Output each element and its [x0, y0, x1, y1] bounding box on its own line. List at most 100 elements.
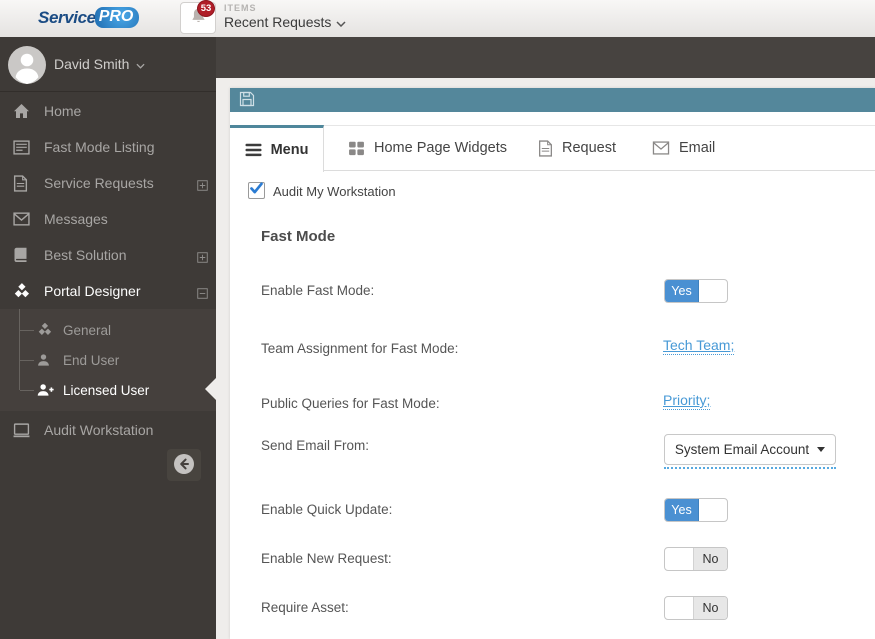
envelope-icon	[652, 141, 670, 155]
team-assignment-link[interactable]: Tech Team;	[663, 337, 735, 355]
sidebar-item-label: Messages	[44, 211, 108, 227]
dropdown-caret-icon	[817, 447, 826, 452]
sidebar-item-portal-designer[interactable]: Portal Designer	[0, 273, 216, 309]
toggle-blank	[699, 280, 727, 302]
notification-badge: 53	[197, 0, 215, 17]
setting-row-send-email-from: Send Email From: System Email Account	[230, 434, 875, 469]
toggle-blank	[665, 548, 693, 570]
enable-new-request-toggle[interactable]: No	[664, 547, 728, 571]
collapse-minus-icon[interactable]	[197, 286, 208, 299]
submenu-item-general[interactable]: General	[0, 315, 216, 345]
servicepro-logo[interactable]: Service PRO	[38, 7, 140, 28]
active-item-marker	[205, 378, 216, 400]
expand-plus-icon[interactable]	[197, 250, 208, 263]
grid-icon	[348, 140, 365, 157]
toggle-blank	[699, 499, 727, 521]
expand-plus-icon[interactable]	[197, 178, 208, 191]
require-asset-toggle[interactable]: No	[664, 596, 728, 620]
chevron-down-icon	[136, 56, 146, 72]
sidebar-item-label: Audit Workstation	[44, 422, 154, 438]
save-floppy-icon	[239, 91, 255, 110]
toggle-value: Yes	[665, 499, 699, 521]
logo-text-pro: PRO	[94, 7, 140, 28]
setting-row-enable-quick-update: Enable Quick Update: Yes	[230, 498, 875, 532]
sidebar-item-audit-workstation[interactable]: Audit Workstation	[0, 412, 216, 448]
sidebar-audit-section: Audit Workstation	[0, 412, 216, 448]
sidebar-item-service-requests[interactable]: Service Requests	[0, 165, 216, 201]
submenu-item-licensed-user[interactable]: Licensed User	[0, 375, 216, 405]
toggle-value: Yes	[665, 280, 699, 302]
hamburger-menu-icon	[245, 143, 262, 157]
sidebar-item-label: Service Requests	[44, 175, 154, 191]
sidebar-collapse-button[interactable]	[167, 449, 201, 481]
sidebar: David Smith Home Fast Mode Listing Servi…	[0, 37, 216, 639]
portal-designer-submenu: General End User Licensed User	[0, 309, 216, 411]
toggle-value: No	[693, 597, 727, 619]
submenu-item-label: General	[63, 322, 112, 338]
document-icon	[13, 174, 31, 192]
dropdown-selected-value: System Email Account	[674, 442, 810, 457]
tab-label: Home Page Widgets	[374, 140, 507, 156]
cubes-icon	[37, 322, 55, 338]
app-root: Service PRO 53 ITEMS Recent Requests Dav…	[0, 0, 875, 639]
tab-home-page-widgets[interactable]: Home Page Widgets	[348, 125, 507, 171]
sidebar-item-home[interactable]: Home	[0, 93, 216, 129]
audit-my-workstation-checkbox[interactable]	[248, 182, 265, 199]
tab-label: Request	[562, 140, 617, 156]
recent-requests-label: Recent Requests	[224, 14, 332, 30]
tab-email[interactable]: Email	[652, 125, 715, 171]
sidebar-item-fast-mode-listing[interactable]: Fast Mode Listing	[0, 129, 216, 165]
save-button[interactable]	[238, 91, 256, 109]
setting-label: Enable Quick Update:	[261, 502, 393, 517]
enable-fast-mode-toggle[interactable]: Yes	[664, 279, 728, 303]
setting-label: Require Asset:	[261, 600, 349, 615]
toggle-blank	[665, 597, 693, 619]
setting-label: Enable Fast Mode:	[261, 283, 375, 298]
setting-label: Public Queries for Fast Mode:	[261, 396, 440, 411]
tab-request[interactable]: Request	[538, 125, 616, 171]
checkmark-icon	[249, 181, 264, 200]
content-top-band	[216, 37, 875, 78]
user-plus-icon	[37, 382, 55, 398]
submenu-item-label: End User	[63, 352, 120, 368]
sidebar-item-best-solution[interactable]: Best Solution	[0, 237, 216, 273]
tab-menu[interactable]: Menu	[230, 125, 324, 172]
home-icon	[13, 103, 31, 120]
cubes-icon	[13, 282, 31, 300]
book-icon	[13, 247, 31, 264]
tab-label: Menu	[270, 142, 309, 158]
workstation-icon	[13, 422, 31, 439]
user-name: David Smith	[54, 56, 130, 72]
setting-row-public-queries: Public Queries for Fast Mode: Priority;	[230, 392, 875, 426]
recent-requests-dropdown[interactable]: Recent Requests	[224, 14, 346, 30]
audit-my-workstation-row: Audit My Workstation	[248, 182, 396, 199]
sidebar-item-label: Home	[44, 103, 82, 119]
arrow-left-circle-icon	[173, 453, 195, 478]
chevron-down-icon	[336, 14, 346, 30]
settings-panel: Menu Home Page Widgets Request Email Aud…	[230, 88, 875, 639]
send-email-from-dropdown[interactable]: System Email Account	[664, 434, 836, 465]
list-icon	[13, 139, 31, 156]
user-menu[interactable]: David Smith	[0, 37, 216, 92]
setting-row-enable-fast-mode: Enable Fast Mode: Yes	[230, 279, 875, 313]
avatar	[8, 46, 46, 84]
tab-bar: Menu Home Page Widgets Request Email	[230, 125, 875, 172]
submenu-item-end-user[interactable]: End User	[0, 345, 216, 375]
audit-my-workstation-label: Audit My Workstation	[273, 184, 396, 199]
enable-quick-update-toggle[interactable]: Yes	[664, 498, 728, 522]
sidebar-nav: Home Fast Mode Listing Service Requests	[0, 93, 216, 309]
setting-label: Send Email From:	[261, 438, 370, 453]
public-queries-link[interactable]: Priority;	[663, 392, 711, 410]
sidebar-item-label: Portal Designer	[44, 283, 141, 299]
top-bar: Service PRO 53 ITEMS Recent Requests	[0, 0, 875, 37]
tab-label: Email	[679, 140, 716, 156]
items-label: ITEMS	[224, 3, 257, 13]
section-title: Fast Mode	[261, 228, 336, 245]
setting-row-enable-new-request: Enable New Request: No	[230, 547, 875, 581]
sidebar-item-messages[interactable]: Messages	[0, 201, 216, 237]
sidebar-item-label: Best Solution	[44, 247, 127, 263]
envelope-icon	[13, 211, 31, 228]
setting-label: Team Assignment for Fast Mode:	[261, 341, 459, 356]
document-icon	[538, 139, 553, 157]
submenu-item-label: Licensed User	[63, 382, 150, 398]
